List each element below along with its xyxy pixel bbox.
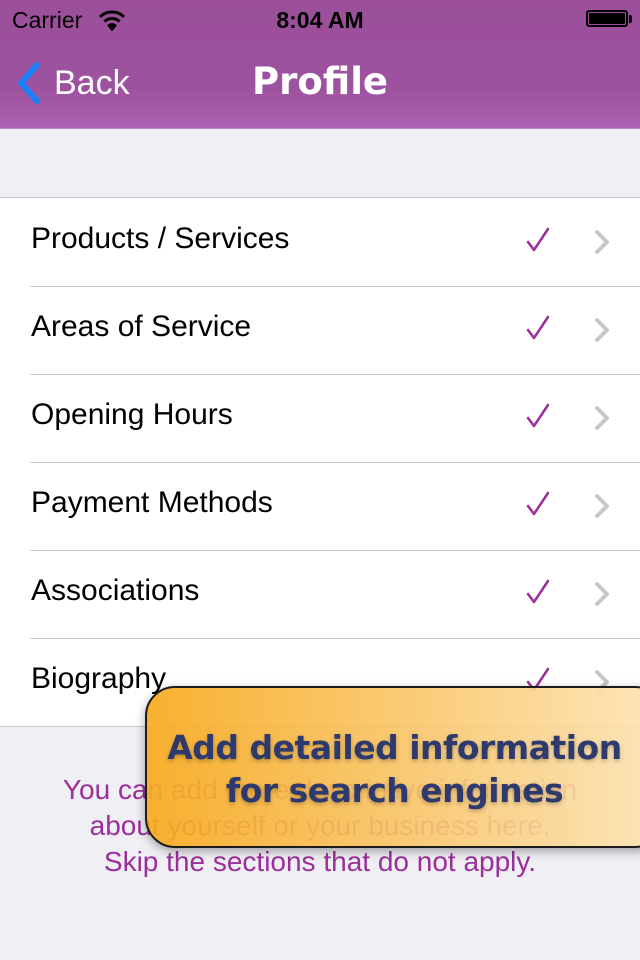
chevron-right-icon — [595, 230, 609, 254]
list-item-label: Biography — [31, 662, 167, 695]
checkmark-icon — [526, 491, 550, 516]
checkmark-icon — [526, 315, 550, 340]
list-item-label: Products / Services — [31, 222, 290, 255]
list-item-label: Opening Hours — [31, 398, 233, 431]
checkmark-icon — [526, 227, 550, 252]
chevron-right-icon — [595, 318, 609, 342]
promo-callout-overlay: Add detailed information for search engi… — [145, 686, 640, 848]
list-item-products-services[interactable]: Products / Services — [0, 198, 640, 286]
list-item-opening-hours[interactable]: Opening Hours — [0, 374, 640, 462]
list-item-label: Areas of Service — [31, 310, 252, 343]
callout-line: for search engines — [225, 771, 564, 810]
chevron-right-icon — [595, 582, 609, 606]
chevron-right-icon — [595, 494, 609, 518]
battery-nub — [629, 15, 632, 23]
list-item-payment-methods[interactable]: Payment Methods — [0, 462, 640, 550]
callout-text: Add detailed information for search engi… — [147, 726, 640, 812]
list-item-label: Payment Methods — [31, 486, 273, 519]
status-bar: Carrier 8:04 AM — [0, 0, 640, 40]
chevron-right-icon — [595, 406, 609, 430]
battery-full-icon — [586, 10, 628, 27]
profile-sections-list: Products / Services Areas of Service Ope… — [0, 197, 640, 727]
footer-line: Skip the sections that do not apply. — [103, 846, 537, 877]
list-item-areas-of-service[interactable]: Areas of Service — [0, 286, 640, 374]
list-item-label: Associations — [31, 574, 200, 607]
navigation-bar: Carrier 8:04 AM Back Profile — [0, 0, 640, 129]
checkmark-icon — [526, 403, 550, 428]
callout-line: Add detailed information — [167, 728, 622, 767]
page-title: Profile — [252, 60, 388, 103]
clock: 8:04 AM — [276, 7, 364, 33]
list-item-associations[interactable]: Associations — [0, 550, 640, 638]
checkmark-icon — [526, 579, 550, 604]
